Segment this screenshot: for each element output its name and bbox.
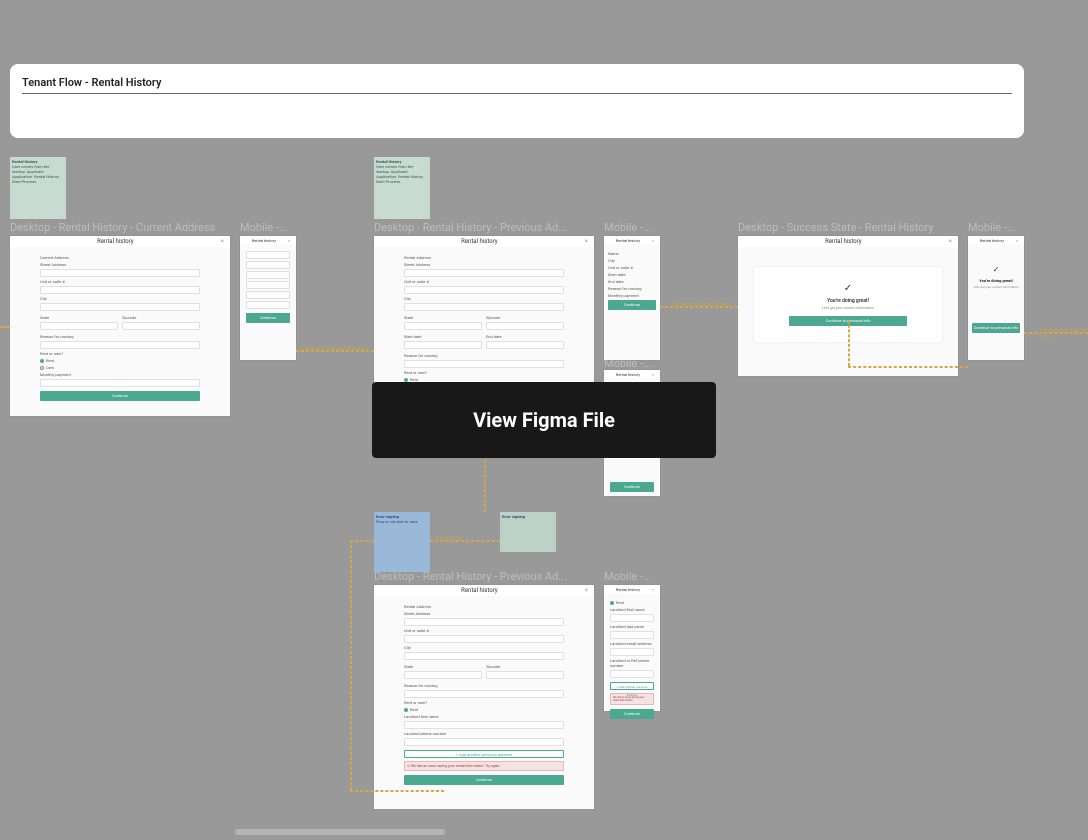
- input[interactable]: [486, 341, 564, 349]
- modal-header: Rental history×: [738, 236, 958, 247]
- radio-rent[interactable]: [404, 708, 408, 712]
- modal-header: Rental history×: [374, 236, 594, 247]
- add-prev-button[interactable]: + Add another previous address: [610, 682, 654, 690]
- frame-mobile-success[interactable]: Rental history× ✓ You're doing great! Le…: [968, 236, 1024, 360]
- radio-rent[interactable]: [40, 359, 44, 363]
- input[interactable]: [404, 721, 564, 729]
- input[interactable]: [404, 635, 564, 643]
- input[interactable]: [246, 281, 290, 289]
- radio-rent[interactable]: [610, 601, 614, 605]
- error-banner: ⊘ We had an issue saving your rental inf…: [404, 761, 564, 771]
- close-icon[interactable]: ×: [652, 238, 654, 243]
- input[interactable]: [404, 360, 564, 368]
- flow-title[interactable]: Tenant Flow - Rental History: [22, 76, 1012, 94]
- close-icon[interactable]: ×: [1016, 238, 1018, 243]
- city-input[interactable]: [40, 303, 200, 311]
- frame-label[interactable]: Desktop - Rental History - Previous Ad..…: [374, 221, 596, 234]
- input[interactable]: [610, 670, 654, 678]
- continue-button[interactable]: Continue: [610, 482, 654, 492]
- input[interactable]: [404, 322, 482, 330]
- close-icon[interactable]: ×: [652, 587, 654, 592]
- connector-label: Continue to Personal Info: [1040, 328, 1088, 340]
- flow-title-card: Tenant Flow - Rental History: [10, 64, 1024, 138]
- horizontal-scrollbar[interactable]: [235, 829, 445, 835]
- modal-header: Rental history×: [968, 236, 1024, 245]
- continue-button[interactable]: Continue to personal info: [972, 323, 1020, 333]
- frame-label[interactable]: Mobile -...: [604, 221, 660, 234]
- frame-mobile-prev[interactable]: Rental history× Name City Unit or suite …: [604, 236, 660, 360]
- frame-label[interactable]: Mobile -...: [968, 221, 1024, 234]
- add-prev-button[interactable]: + Add another previous address: [404, 750, 564, 758]
- radio-own[interactable]: [40, 366, 44, 370]
- input[interactable]: [246, 261, 290, 269]
- continue-button[interactable]: Continue: [404, 775, 564, 785]
- sticky-note-green-1[interactable]: Rental History User comes from the start…: [10, 157, 66, 219]
- view-figma-button[interactable]: View Figma File: [372, 382, 716, 458]
- input[interactable]: [404, 303, 564, 311]
- input[interactable]: [404, 286, 564, 294]
- modal-header: Rental history×: [240, 236, 296, 245]
- continue-button[interactable]: Continue: [40, 391, 200, 401]
- frame-label[interactable]: Desktop - Rental History - Current Addre…: [10, 221, 236, 234]
- input[interactable]: [404, 618, 564, 626]
- input[interactable]: [486, 671, 564, 679]
- close-icon[interactable]: ×: [221, 238, 224, 245]
- frame-label[interactable]: Desktop - Rental History - Previous Ad..…: [374, 570, 596, 583]
- close-icon[interactable]: ×: [949, 238, 952, 245]
- frame-mobile-prev-err[interactable]: Rental history× Rent Landlord first name…: [604, 585, 660, 711]
- check-icon: ✓: [972, 265, 1020, 274]
- sticky-note-blue-1[interactable]: Error signing Flow is not able to save: [374, 512, 430, 572]
- continue-button[interactable]: Continue: [610, 709, 654, 719]
- input[interactable]: [610, 614, 654, 622]
- modal-header: Rental history×: [374, 585, 594, 596]
- frame-desktop-current[interactable]: Rental history× Current Address Street A…: [10, 236, 230, 416]
- input[interactable]: [246, 251, 290, 259]
- input[interactable]: [404, 671, 482, 679]
- input[interactable]: [246, 291, 290, 299]
- modal-header: Rental history×: [604, 585, 660, 594]
- reason-input[interactable]: [40, 341, 200, 349]
- input[interactable]: [404, 652, 564, 660]
- frame-desktop-prev-err[interactable]: Rental history× Rental Address Street Ad…: [374, 585, 594, 809]
- continue-button[interactable]: Continue: [246, 313, 290, 323]
- modal-header: Rental history×: [604, 370, 660, 379]
- input[interactable]: [246, 301, 290, 309]
- input[interactable]: [404, 690, 564, 698]
- state-input[interactable]: [40, 322, 118, 330]
- zip-input[interactable]: [122, 322, 200, 330]
- close-icon[interactable]: ×: [288, 238, 290, 243]
- frame-label[interactable]: Mobile -...: [240, 221, 300, 234]
- input[interactable]: [610, 648, 654, 656]
- frame-label[interactable]: Desktop - Success State - Rental History: [738, 221, 958, 234]
- input[interactable]: [404, 341, 482, 349]
- monthly-input[interactable]: [40, 379, 200, 387]
- input[interactable]: [404, 269, 564, 277]
- close-icon[interactable]: ×: [652, 372, 654, 377]
- frame-label[interactable]: Mobile -...: [604, 570, 660, 583]
- check-icon: ✓: [764, 283, 932, 294]
- close-icon[interactable]: ×: [585, 238, 588, 245]
- modal-header: Rental history×: [604, 236, 660, 245]
- close-icon[interactable]: ×: [585, 587, 588, 594]
- input[interactable]: [486, 322, 564, 330]
- input[interactable]: [610, 631, 654, 639]
- unit-input[interactable]: [40, 286, 200, 294]
- input[interactable]: [246, 271, 290, 279]
- input[interactable]: [404, 738, 564, 746]
- sticky-note-green-2[interactable]: Rental History User comes from the start…: [374, 157, 430, 219]
- sticky-note-blue-2[interactable]: Error signing: [500, 512, 556, 552]
- street-input[interactable]: [40, 269, 200, 277]
- continue-button[interactable]: Continue: [608, 300, 656, 310]
- modal-header: Rental history×: [10, 236, 230, 247]
- frame-mobile-current[interactable]: Rental history× Continue: [240, 236, 296, 360]
